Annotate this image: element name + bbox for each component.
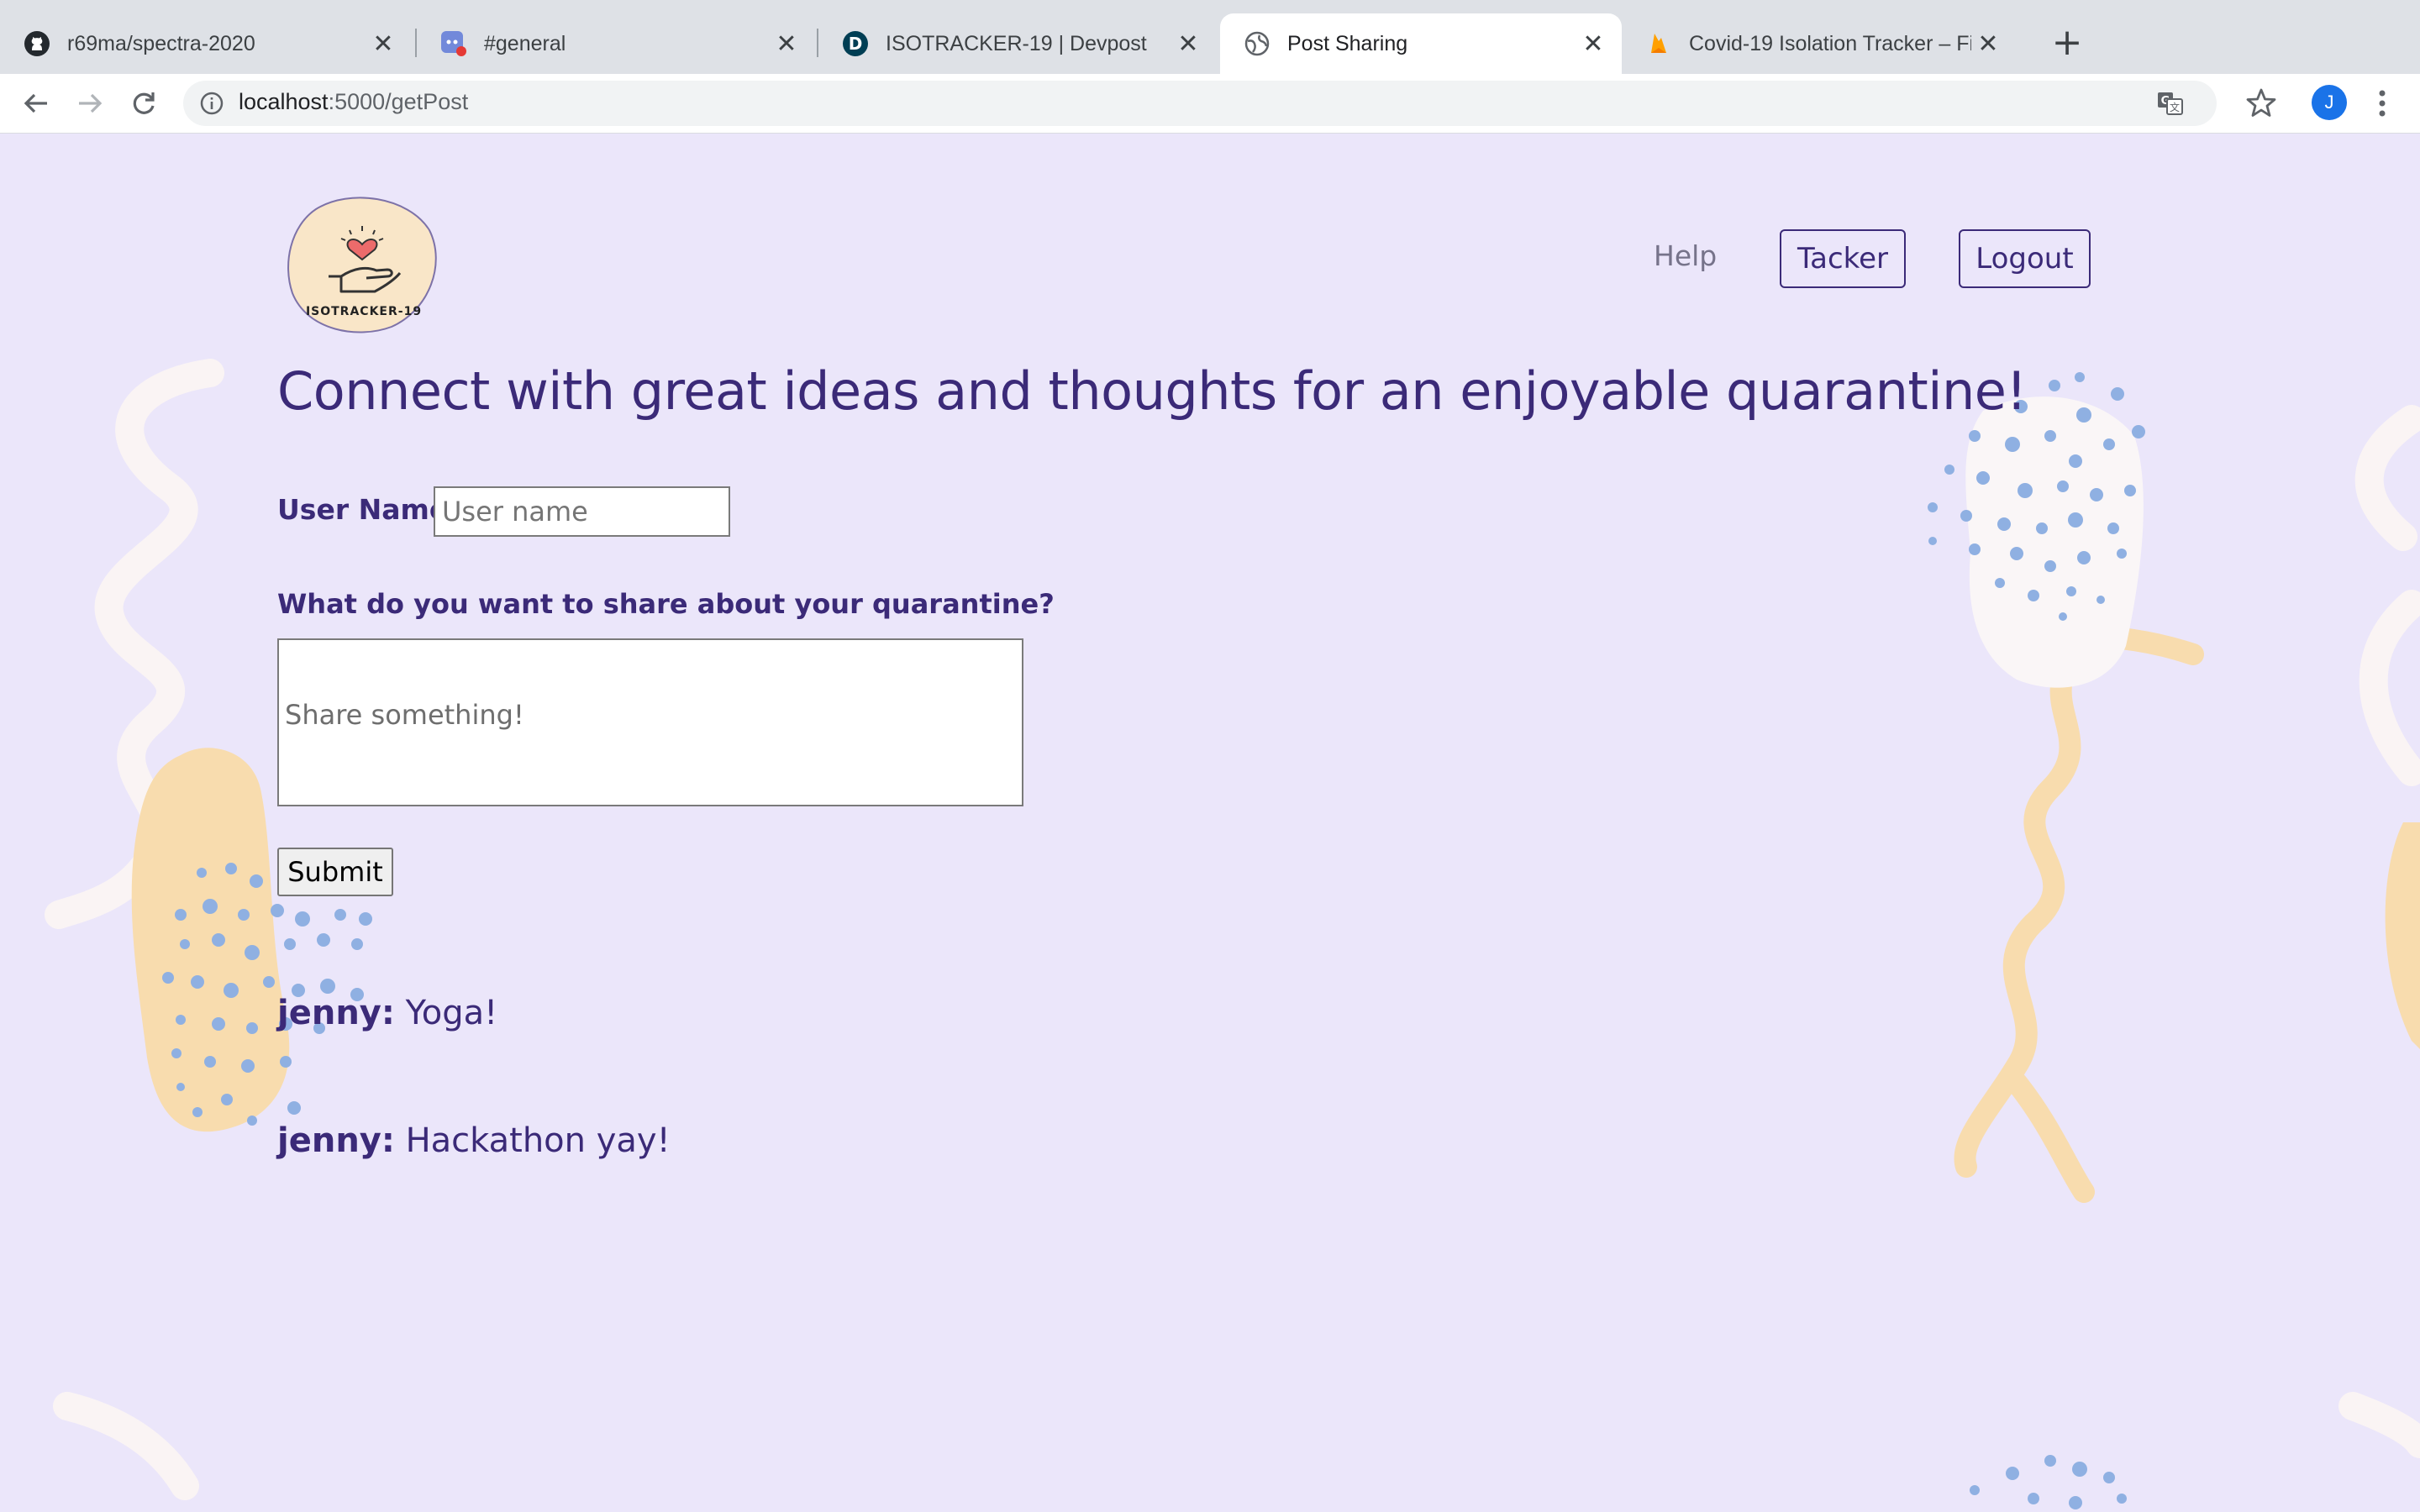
forward-button[interactable]	[69, 82, 111, 124]
globe-icon	[1244, 30, 1270, 57]
tab-title: Post Sharing	[1287, 31, 1408, 55]
tab-post-sharing[interactable]: Post Sharing ✕	[1220, 13, 1622, 74]
tab-devpost[interactable]: D ISOTRACKER-19 | Devpost ✕	[818, 13, 1217, 74]
discord-icon	[440, 30, 467, 57]
username-label: User Name	[277, 493, 449, 526]
new-tab-button[interactable]: +	[2044, 18, 2091, 66]
share-label: What do you want to share about your qua…	[277, 588, 1055, 620]
username-input[interactable]	[434, 486, 730, 537]
tab-title: #general	[484, 31, 566, 55]
tab-title: r69ma/spectra-2020	[67, 31, 255, 55]
post-author: jenny:	[277, 1121, 395, 1160]
close-icon[interactable]: ✕	[366, 29, 400, 59]
url-host: localhost	[239, 89, 329, 114]
profile-avatar[interactable]: J	[2312, 85, 2347, 120]
svg-text:D: D	[849, 34, 863, 54]
back-button[interactable]	[15, 82, 57, 124]
post-text: Hackathon yay!	[405, 1121, 671, 1160]
firebase-icon	[1645, 30, 1672, 57]
submit-button[interactable]: Submit	[277, 848, 393, 896]
url-text[interactable]: localhost:5000/getPost	[239, 89, 468, 115]
page-headline: Connect with great ideas and thoughts fo…	[277, 360, 2027, 422]
post-item: jenny: Yoga!	[277, 994, 497, 1032]
close-icon[interactable]: ✕	[1971, 29, 2005, 59]
share-textarea[interactable]	[277, 638, 1023, 806]
post-item: jenny: Hackathon yay!	[277, 1121, 671, 1160]
reload-icon	[133, 92, 155, 114]
close-icon[interactable]: ✕	[1171, 29, 1205, 59]
arrow-left-icon	[24, 93, 47, 113]
background-decoration	[45, 359, 2420, 1509]
post-text: Yoga!	[405, 994, 498, 1032]
close-icon[interactable]: ✕	[770, 29, 803, 59]
browser-toolbar: localhost:5000/getPost G文 J	[0, 74, 2420, 134]
tab-discord[interactable]: #general ✕	[417, 13, 815, 74]
logout-button[interactable]: Logout	[1959, 229, 2091, 288]
tab-strip: r69ma/spectra-2020 ✕ #general ✕ D ISOTRA…	[0, 0, 2420, 74]
translate-icon[interactable]: G文	[2156, 89, 2185, 118]
post-author: jenny:	[277, 994, 395, 1032]
info-icon[interactable]	[198, 90, 225, 117]
devpost-icon: D	[842, 30, 869, 57]
page-viewport: ISOTRACKER-19 Help Tacker Logout Connect…	[0, 134, 2420, 1512]
arrow-right-icon	[79, 93, 103, 113]
reload-button[interactable]	[123, 82, 165, 124]
url-path: :5000/getPost	[328, 89, 469, 114]
github-icon	[24, 30, 50, 57]
tracker-button[interactable]: Tacker	[1780, 229, 1906, 288]
more-menu-icon[interactable]	[2370, 86, 2395, 121]
tab-github[interactable]: r69ma/spectra-2020 ✕	[0, 13, 412, 74]
tab-title: Covid-19 Isolation Tracker – Fir	[1689, 31, 1971, 55]
logo-text: ISOTRACKER-19	[306, 305, 422, 318]
bookmark-star-icon[interactable]	[2244, 86, 2279, 121]
nav-help-link[interactable]: Help	[1654, 239, 1717, 272]
tab-title: ISOTRACKER-19 | Devpost	[886, 31, 1147, 55]
close-icon[interactable]: ✕	[1576, 29, 1610, 59]
address-bar[interactable]: localhost:5000/getPost G文	[183, 81, 2217, 126]
isotracker-logo[interactable]: ISOTRACKER-19	[282, 192, 442, 335]
tab-firebase[interactable]: Covid-19 Isolation Tracker – Fir ✕	[1622, 13, 2017, 74]
svg-text:文: 文	[2170, 101, 2180, 113]
